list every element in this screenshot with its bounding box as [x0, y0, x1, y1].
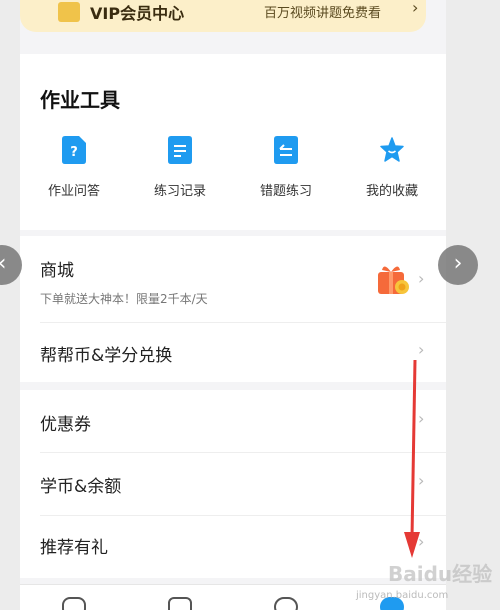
tool-label: 我的收藏 [365, 184, 418, 199]
homework-tools-card: 作业工具 ? 作业问答 练习记录 错题练习 我的收藏 [20, 54, 446, 230]
balance-row[interactable]: 学币&余额 › [20, 453, 446, 515]
vip-title: VIP会员中心 [90, 4, 185, 23]
tool-label: 作业问答 [47, 184, 100, 199]
video-tab-icon[interactable] [168, 597, 192, 610]
right-backdrop [446, 0, 500, 610]
account-menu-card: 优惠券 › 学币&余额 › 推荐有礼 › [20, 390, 446, 578]
mall-title: 商城 [40, 261, 74, 281]
referral-label: 推荐有礼 [40, 538, 108, 558]
carousel-next-button[interactable]: › [438, 245, 478, 285]
tool-label: 练习记录 [153, 184, 206, 199]
tool-mistake-practice[interactable]: 错题练习 [236, 136, 336, 199]
coupons-label: 优惠券 [40, 415, 91, 435]
record-doc-icon [168, 136, 192, 164]
tool-label: 错题练习 [259, 184, 312, 199]
camera-tab-icon[interactable] [62, 597, 86, 610]
mistake-doc-icon [274, 136, 298, 164]
referral-row[interactable]: 推荐有礼 › [20, 516, 446, 578]
left-backdrop [0, 0, 20, 610]
vip-arrow-icon: › [412, 0, 419, 17]
star-icon [380, 137, 404, 162]
coupons-row[interactable]: 优惠券 › [20, 390, 446, 452]
planet-tab-icon[interactable] [274, 597, 298, 610]
exchange-label: 帮帮币&学分兑换 [40, 346, 173, 366]
balance-label: 学币&余额 [40, 477, 122, 497]
tool-homework-qa[interactable]: ? 作业问答 [24, 136, 124, 199]
tools-title: 作业工具 [40, 88, 120, 112]
mall-row[interactable]: 商城 下单就送大神本！限量2千本/天 › [20, 236, 446, 322]
tool-practice-record[interactable]: 练习记录 [130, 136, 230, 199]
chevron-right-icon: › [418, 340, 425, 359]
watermark-url: jingyan.baidu.com [356, 590, 449, 601]
annotation-arrow [404, 360, 420, 558]
exchange-row[interactable]: 帮帮币&学分兑换 › [20, 323, 446, 382]
watermark-logo: Baidu经验 [388, 562, 493, 586]
vip-banner[interactable]: VIP会员中心 百万视频讲题免费看 › [20, 0, 426, 32]
vip-subtitle: 百万视频讲题免费看 [264, 6, 382, 21]
mall-card: 商城 下单就送大神本！限量2千本/天 › 帮帮币&学分兑换 › [20, 236, 446, 382]
tool-my-favorites[interactable]: 我的收藏 [342, 136, 442, 199]
gift-box-icon [378, 266, 409, 294]
vip-crown-icon [58, 2, 80, 22]
question-doc-icon: ? [62, 136, 86, 164]
mall-subtitle: 下单就送大神本！限量2千本/天 [40, 292, 208, 306]
svg-text:?: ? [70, 145, 78, 160]
chevron-right-icon: › [418, 269, 425, 288]
